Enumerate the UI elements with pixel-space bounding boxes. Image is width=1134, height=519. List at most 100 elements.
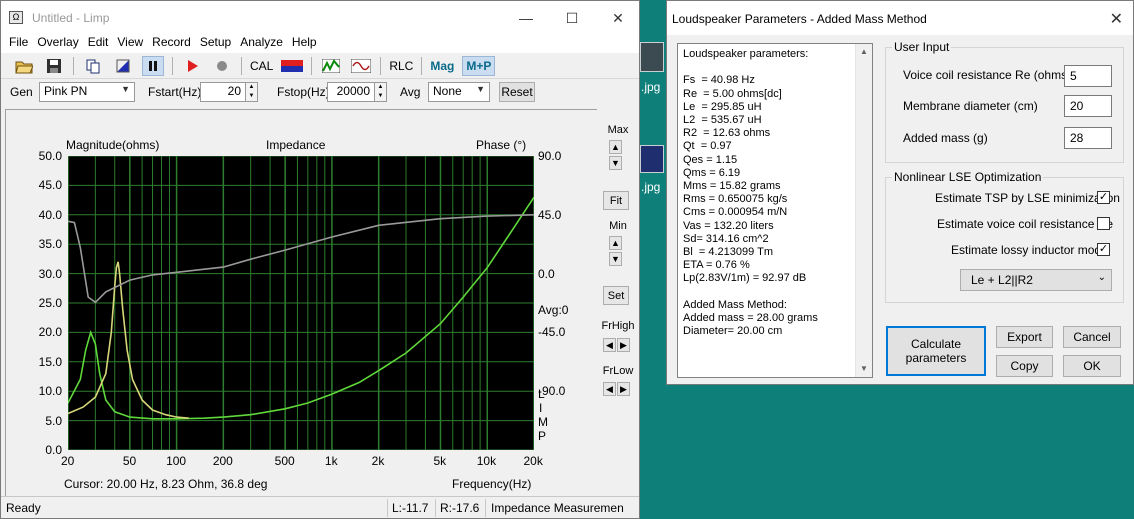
y-tick-label: 15.0 <box>38 354 62 369</box>
min-down-button[interactable]: ▼ <box>609 252 622 266</box>
parameter-line: Qes = 1.15 <box>683 153 738 166</box>
calculate-parameters-button[interactable]: Calculate parameters <box>886 326 986 376</box>
sine-generator-icon[interactable] <box>350 56 372 76</box>
x-tick-label: 500 <box>274 454 295 468</box>
diameter-input[interactable]: 20 <box>1064 95 1112 117</box>
scroll-down-icon[interactable]: ▼ <box>860 364 868 373</box>
parameter-line: Added mass = 28.00 grams <box>683 312 818 325</box>
desktop-thumbnail[interactable] <box>640 42 664 72</box>
parameters-scrollbar[interactable]: ▲ ▼ <box>855 44 872 377</box>
close-icon[interactable]: ✕ <box>595 4 641 32</box>
parameter-line: Loudspeaker parameters: <box>683 48 809 60</box>
frhigh-label: FrHigh <box>601 320 635 332</box>
frhigh-left-button[interactable]: ◀ <box>603 338 616 352</box>
copy-button[interactable]: Copy <box>996 355 1053 377</box>
copy-icon[interactable] <box>82 56 104 76</box>
reset-button[interactable]: Reset <box>499 82 535 102</box>
status-ready: Ready <box>6 501 41 515</box>
inductor-model-select[interactable]: Le + L2||R2 ⌄ <box>960 269 1112 291</box>
toolbar-separator <box>172 56 173 75</box>
menu-view[interactable]: View <box>113 34 148 53</box>
magnitude-button[interactable]: Mag <box>430 56 454 76</box>
calibration-icon[interactable] <box>281 56 304 76</box>
generator-bar: Gen Pink PN ▼ Fstart(Hz) 20 ▲ ▼ Fstop(Hz)… <box>1 79 639 105</box>
x-tick-label: 50 <box>122 454 137 468</box>
y-tick-label: 45.0 <box>38 178 62 193</box>
play-icon[interactable] <box>181 56 203 76</box>
phase-tick-label: 45.0 <box>538 207 562 222</box>
parameter-line: Added Mass Method: <box>683 298 787 311</box>
desktop-thumbnail[interactable] <box>640 145 664 173</box>
menu-analyze[interactable]: Analyze <box>236 34 288 53</box>
menu-record[interactable]: Record <box>148 34 196 53</box>
minimize-icon[interactable]: — <box>503 4 549 32</box>
fstart-input[interactable]: 20 <box>200 82 246 102</box>
parameter-line: Vas = 132.20 liters <box>683 219 774 232</box>
status-mode: Impedance Measuremen <box>491 501 624 515</box>
noise-generator-icon[interactable] <box>320 56 342 76</box>
frlow-right-button[interactable]: ▶ <box>617 382 630 396</box>
fit-button[interactable]: Fit <box>603 191 629 210</box>
statusbar: Ready L:-11.7 R:-17.6 Impedance Measurem… <box>1 496 639 518</box>
stop-icon[interactable] <box>211 56 233 76</box>
maximize-icon[interactable]: ☐ <box>549 4 595 32</box>
scroll-up-icon[interactable]: ▲ <box>860 47 868 56</box>
side-panel: Max ▲ ▼ Fit Min ▲ ▼ Set FrHigh ◀ ▶ FrLow… <box>597 109 639 496</box>
y-tick-label: 0.0 <box>45 443 62 457</box>
parameter-line: Qms = 6.19 <box>683 166 741 179</box>
menu-setup[interactable]: Setup <box>196 34 236 53</box>
status-left-level: L:-11.7 <box>392 501 429 515</box>
y-tick-label: 25.0 <box>38 296 62 310</box>
lossy-inductor-label: Estimate lossy inductor model <box>951 243 1111 257</box>
ok-button[interactable]: OK <box>1063 355 1121 377</box>
avg-select[interactable]: None ▼ <box>428 82 490 102</box>
desktop-file-label: .jpg <box>641 180 661 194</box>
parameter-line: Diameter= 20.00 cm <box>683 325 783 338</box>
generator-select[interactable]: Pink PN ▼ <box>39 82 135 102</box>
parameter-line: Qt = 0.97 <box>683 140 732 153</box>
fstop-spinner[interactable]: ▲ ▼ <box>375 82 387 102</box>
menu-edit[interactable]: Edit <box>84 34 114 53</box>
min-up-button[interactable]: ▲ <box>609 236 622 250</box>
parameters-textbox[interactable]: Loudspeaker parameters: Fs = 40.98 Hz Re … <box>677 43 873 378</box>
re-estimate-label: Estimate voice coil resistance Re <box>937 217 1114 231</box>
tsp-lse-checkbox[interactable]: ✓ <box>1097 191 1110 204</box>
parameter-line: Sd= 314.16 cm^2 <box>683 232 769 245</box>
frhigh-right-button[interactable]: ▶ <box>617 338 630 352</box>
max-label: Max <box>607 124 629 136</box>
frlow-left-button[interactable]: ◀ <box>603 382 616 396</box>
toolbar-separator <box>311 56 313 75</box>
menu-file[interactable]: File <box>5 34 33 53</box>
close-icon[interactable]: ✕ <box>1110 9 1123 29</box>
re-estimate-checkbox[interactable] <box>1097 217 1110 230</box>
max-down-button[interactable]: ▼ <box>609 156 622 170</box>
x-tick-label: 1k <box>324 454 338 468</box>
parameter-line <box>683 286 818 299</box>
mass-input[interactable]: 28 <box>1064 127 1112 149</box>
status-separator <box>387 499 388 517</box>
generator-value: Pink PN <box>44 84 88 98</box>
fstart-spinner[interactable]: ▲ ▼ <box>246 82 258 102</box>
max-up-button[interactable]: ▲ <box>609 140 622 154</box>
set-button[interactable]: Set <box>603 286 629 305</box>
lossy-inductor-checkbox[interactable]: ✓ <box>1097 243 1110 256</box>
pause-icon[interactable] <box>142 55 164 76</box>
fstop-input[interactable]: 20000 <box>327 82 375 102</box>
impedance-graph[interactable] <box>68 156 534 450</box>
cancel-button[interactable]: Cancel <box>1063 326 1121 348</box>
inductor-model-value: Le + L2||R2 <box>971 273 1033 287</box>
limp-window: Ω Untitled - Limp — ☐ ✕ File Overlay Edi… <box>0 0 640 519</box>
magnitude-phase-button[interactable]: M+P <box>462 55 496 76</box>
save-icon[interactable] <box>43 56 65 76</box>
dialog-titlebar: Loudspeaker Parameters - Added Mass Meth… <box>667 1 1133 35</box>
limp-letter: M <box>538 415 548 429</box>
open-file-icon[interactable] <box>13 56 35 76</box>
export-button[interactable]: Export <box>996 326 1053 348</box>
cal-button[interactable]: CAL <box>250 56 273 76</box>
menu-help[interactable]: Help <box>288 34 322 53</box>
fstart-label: Fstart(Hz) <box>148 85 202 99</box>
menu-overlay[interactable]: Overlay <box>33 34 83 53</box>
marker-icon[interactable] <box>112 56 134 76</box>
re-input[interactable]: 5 <box>1064 65 1112 87</box>
rlc-button[interactable]: RLC <box>389 56 413 76</box>
